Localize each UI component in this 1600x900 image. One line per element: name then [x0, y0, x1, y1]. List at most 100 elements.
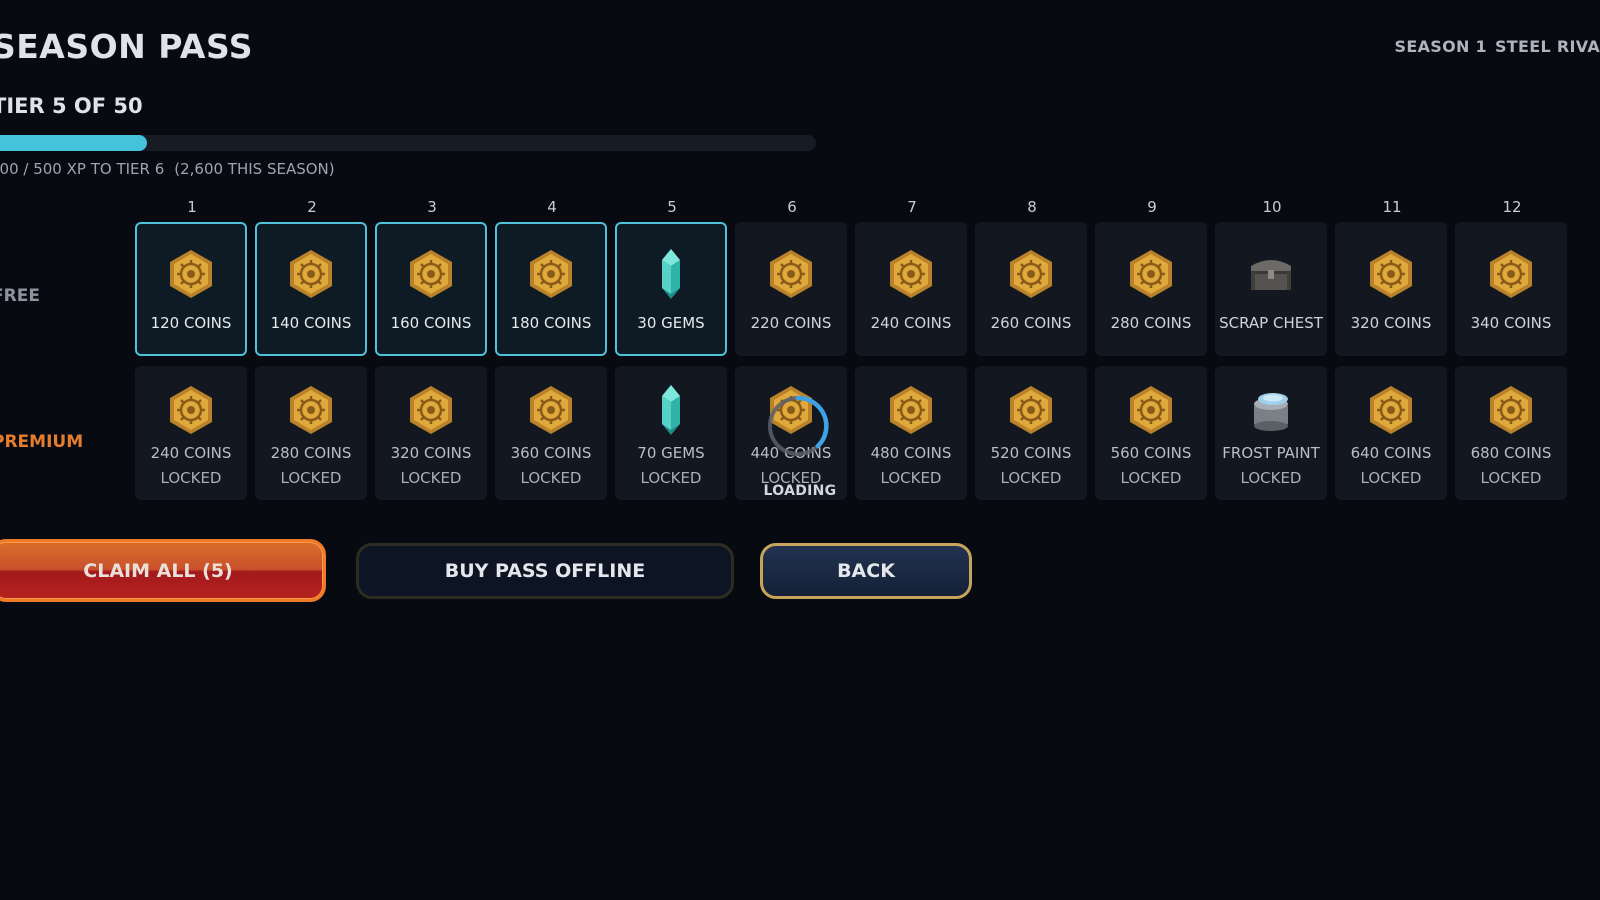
tier-number: 4: [547, 198, 557, 216]
reward-label: 560 COINS: [1110, 444, 1192, 462]
reward-label: 240 COINS: [150, 444, 232, 462]
coin-icon: [1486, 248, 1536, 300]
coin-icon: [286, 384, 336, 436]
premium-reward-cell[interactable]: 680 COINS LOCKED: [1455, 366, 1567, 500]
tier-number: 1: [187, 198, 197, 216]
tier-number: 11: [1382, 198, 1402, 216]
xp-to-next-tier: 300 / 500 XP TO TIER 6: [0, 160, 165, 178]
reward-label: 640 COINS: [1350, 444, 1432, 462]
premium-reward-cell[interactable]: 320 COINS LOCKED: [375, 366, 487, 500]
premium-reward-cell[interactable]: FROST PAINT LOCKED: [1215, 366, 1327, 500]
tier-number: 10: [1262, 198, 1282, 216]
tier-number: 6: [787, 198, 797, 216]
coin-icon: [1366, 248, 1416, 300]
coin-icon: [166, 384, 216, 436]
premium-reward-cell[interactable]: 70 GEMS LOCKED: [615, 366, 727, 500]
reward-label: 320 COINS: [390, 444, 472, 462]
free-reward-cell[interactable]: 30 GEMS: [615, 222, 727, 356]
claim-all-button[interactable]: CLAIM ALL (5): [0, 539, 326, 602]
gem-icon: [646, 384, 696, 436]
tier-number: 9: [1147, 198, 1157, 216]
tier-indicator: TIER 5 OF 50: [0, 94, 143, 118]
free-reward-cell[interactable]: 280 COINS: [1095, 222, 1207, 356]
reward-label: FROST PAINT: [1222, 444, 1320, 462]
locked-status: LOCKED: [400, 469, 462, 487]
coin-icon: [1126, 384, 1176, 436]
free-reward-cell[interactable]: 320 COINS: [1335, 222, 1447, 356]
free-reward-cell[interactable]: 180 COINS: [495, 222, 607, 356]
xp-progress-fill: [0, 135, 148, 151]
gem-icon: [646, 248, 696, 300]
xp-text: 300 / 500 XP TO TIER 6 (2,600 THIS SEASON…: [0, 160, 335, 178]
tier-number: 5: [667, 198, 677, 216]
reward-label: 320 COINS: [1350, 314, 1432, 332]
premium-reward-cell[interactable]: 640 COINS LOCKED: [1335, 366, 1447, 500]
reward-label: 160 COINS: [390, 314, 472, 332]
free-reward-cell[interactable]: 160 COINS: [375, 222, 487, 356]
locked-status: LOCKED: [1120, 469, 1182, 487]
reward-label: 260 COINS: [990, 314, 1072, 332]
locked-status: LOCKED: [1480, 469, 1542, 487]
season-xp-total: (2,600 THIS SEASON): [174, 160, 335, 178]
locked-status: LOCKED: [1240, 469, 1302, 487]
free-reward-cell[interactable]: 240 COINS: [855, 222, 967, 356]
reward-label: 280 COINS: [1110, 314, 1192, 332]
coin-icon: [1486, 384, 1536, 436]
tier-number: 2: [307, 198, 317, 216]
season-name: STEEL RIVA: [1494, 37, 1600, 56]
xp-progress-bar: [0, 135, 816, 151]
page-title: SEASON PASS: [0, 27, 254, 66]
coin-icon: [1006, 384, 1056, 436]
locked-status: LOCKED: [520, 469, 582, 487]
locked-status: LOCKED: [1360, 469, 1422, 487]
reward-label: 240 COINS: [870, 314, 952, 332]
reward-label: 480 COINS: [870, 444, 952, 462]
free-reward-cell[interactable]: 340 COINS: [1455, 222, 1567, 356]
premium-reward-cell[interactable]: 560 COINS LOCKED: [1095, 366, 1207, 500]
tier-number: 7: [907, 198, 917, 216]
season-info: SEASON 1 STEEL RIVA: [1387, 37, 1600, 56]
free-reward-cell[interactable]: SCRAP CHEST: [1215, 222, 1327, 356]
premium-track-label: PREMIUM: [0, 432, 84, 452]
tier-number: 8: [1027, 198, 1037, 216]
chest-icon: [1246, 248, 1296, 300]
coin-icon: [526, 248, 576, 300]
back-button[interactable]: BACK: [760, 543, 972, 599]
free-reward-cell[interactable]: 140 COINS: [255, 222, 367, 356]
coin-icon: [286, 248, 336, 300]
loading-spinner-icon: [768, 395, 829, 456]
reward-label: 280 COINS: [270, 444, 352, 462]
free-reward-cell[interactable]: 260 COINS: [975, 222, 1087, 356]
free-reward-cell[interactable]: 120 COINS: [135, 222, 247, 356]
locked-status: LOCKED: [1000, 469, 1062, 487]
coin-icon: [886, 248, 936, 300]
free-reward-cell[interactable]: 220 COINS: [735, 222, 847, 356]
tier-number: 3: [427, 198, 437, 216]
premium-reward-cell[interactable]: 480 COINS LOCKED: [855, 366, 967, 500]
coin-icon: [166, 248, 216, 300]
season-number: SEASON 1: [1394, 37, 1487, 56]
premium-reward-cell[interactable]: 240 COINS LOCKED: [135, 366, 247, 500]
reward-label: 180 COINS: [510, 314, 592, 332]
locked-status: LOCKED: [280, 469, 342, 487]
reward-label: 360 COINS: [510, 444, 592, 462]
free-track-label: FREE: [0, 286, 40, 306]
reward-label: 680 COINS: [1470, 444, 1552, 462]
reward-label: 70 GEMS: [637, 444, 705, 462]
reward-label: 30 GEMS: [637, 314, 705, 332]
premium-reward-cell[interactable]: 280 COINS LOCKED: [255, 366, 367, 500]
premium-reward-cell[interactable]: 520 COINS LOCKED: [975, 366, 1087, 500]
reward-label: 140 COINS: [270, 314, 352, 332]
tier-number: 12: [1502, 198, 1522, 216]
coin-icon: [766, 248, 816, 300]
premium-reward-cell[interactable]: 360 COINS LOCKED: [495, 366, 607, 500]
locked-status: LOCKED: [640, 469, 702, 487]
loading-label: LOADING: [763, 483, 837, 499]
coin-icon: [406, 248, 456, 300]
coin-icon: [1006, 248, 1056, 300]
reward-label: 340 COINS: [1470, 314, 1552, 332]
reward-label: 120 COINS: [150, 314, 232, 332]
coin-icon: [1366, 384, 1416, 436]
reward-label: 520 COINS: [990, 444, 1072, 462]
buy-pass-button[interactable]: BUY PASS OFFLINE: [356, 543, 734, 599]
